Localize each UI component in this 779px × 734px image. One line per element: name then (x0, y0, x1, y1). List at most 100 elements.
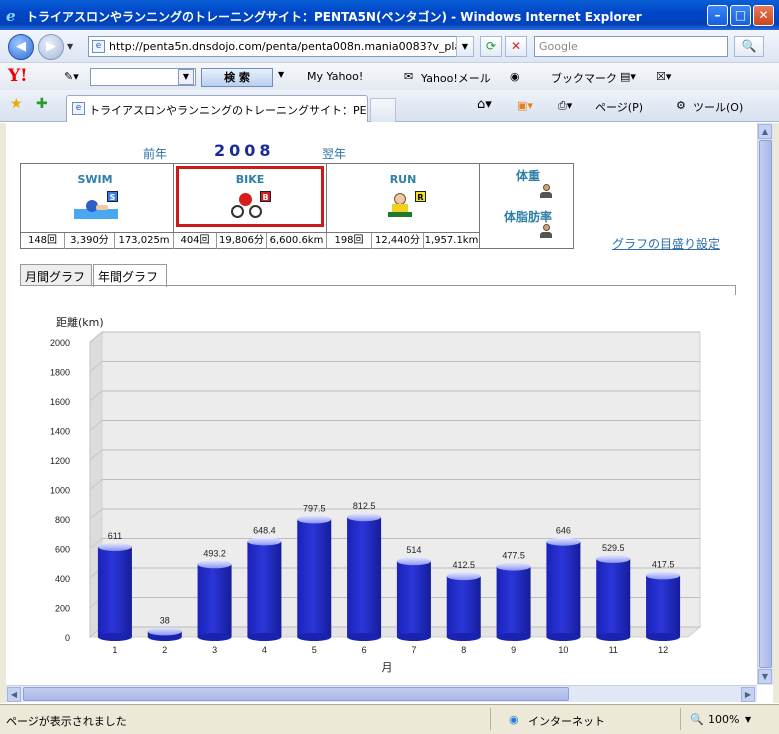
history-dropdown-icon[interactable]: ▼ (67, 42, 73, 51)
address-input[interactable]: e http://penta5n.dnsdojo.com/penta/penta… (88, 36, 474, 57)
bar-base (347, 633, 382, 641)
maximize-button[interactable]: □ (730, 5, 751, 26)
forward-button[interactable]: ▶ (38, 34, 64, 60)
scroll-up-icon[interactable]: ▲ (758, 124, 772, 139)
yahoo-search-button[interactable]: 検 索 (201, 68, 273, 87)
zoom-level[interactable]: 100% (708, 713, 739, 726)
y-tick-label: 2000 (50, 338, 70, 348)
tab-yearly-graph[interactable]: 年間グラフ (93, 264, 167, 287)
rss-icon[interactable]: ▣▾ (517, 99, 533, 112)
x-tick-label: 2 (162, 645, 167, 655)
x-tick-label: 8 (461, 645, 466, 655)
bar-top (646, 571, 681, 580)
yearly-distance-chart: 0 200 400 600 800 1000 1200 1400 1600 1800 2000 距離(… (50, 315, 702, 674)
close-button[interactable]: ✕ (753, 5, 774, 26)
x-tick-label: 12 (658, 645, 668, 655)
y-tick-label: 0 (65, 633, 70, 643)
vertical-scroll-thumb[interactable] (759, 140, 772, 668)
yahoo-search-dropdown[interactable]: ▼ (178, 69, 194, 85)
prev-year-link[interactable]: 前年 (143, 145, 167, 162)
bar-top (347, 513, 382, 522)
horizontal-scrollbar[interactable]: ◀ ▶ (6, 685, 757, 702)
close-toolbar-icon[interactable]: ☒▾ (656, 70, 671, 83)
zone-label: インターネット (528, 715, 605, 728)
bar (197, 564, 232, 637)
window-title: トライアスロンやランニングのトレーニングサイト：PENTA5N(ペンタゴン) -… (26, 10, 642, 24)
data-label: 412.5 (452, 560, 475, 570)
data-label: 417.5 (652, 559, 675, 569)
bookmark-link[interactable]: ブックマーク (551, 70, 617, 86)
page-menu[interactable]: ページ(P) (595, 99, 643, 115)
person-icon[interactable] (540, 224, 552, 238)
window-title-bar: e トライアスロンやランニングのトレーニングサイト：PENTA5N(ペンタゴン)… (0, 0, 779, 30)
mail-icon: ✉ (404, 70, 414, 83)
refresh-icon[interactable]: ⟳ (480, 36, 502, 57)
bike-time: 19,806分 (217, 233, 267, 249)
tab-row: ★ ✚ e トライアスロンやランニングのトレーニングサイト：PENTA5N...… (0, 90, 779, 122)
tab-panel-border (20, 285, 736, 295)
bar-base (97, 633, 132, 641)
weight-link[interactable]: 体重 (481, 167, 575, 184)
data-label: 611 (108, 531, 122, 541)
tab-monthly-graph[interactable]: 月間グラフ (20, 264, 92, 286)
bar-base (596, 633, 631, 641)
new-tab-button[interactable] (370, 98, 396, 122)
window-frame-right (773, 123, 779, 703)
body-fat-link[interactable]: 体脂肪率 (481, 208, 575, 225)
minimize-button[interactable]: – (707, 5, 728, 26)
bar-base (496, 633, 531, 641)
x-tick-label: 10 (558, 645, 568, 655)
next-year-link[interactable]: 翌年 (322, 145, 346, 162)
book-icon[interactable]: ▤▾ (620, 70, 636, 83)
x-tick-label: 6 (362, 645, 367, 655)
scroll-left-icon[interactable]: ◀ (7, 687, 21, 702)
chevron-down-icon[interactable]: ▼ (278, 70, 284, 79)
favorites-star-icon[interactable]: ★ (10, 96, 23, 112)
bike-count: 404回 (174, 233, 217, 249)
x-tick-label: 3 (212, 645, 217, 655)
sport-name: SWIM (77, 173, 113, 186)
scroll-right-icon[interactable]: ▶ (741, 687, 755, 702)
print-icon[interactable]: ⎙▾ (558, 99, 572, 113)
tools-menu[interactable]: ツール(O) (693, 99, 743, 115)
search-icon[interactable]: 🔍 (734, 36, 764, 57)
bar-top (546, 537, 581, 546)
y-tick-label: 1400 (50, 427, 70, 437)
stop-icon[interactable]: ✕ (505, 36, 527, 57)
bar (396, 561, 431, 637)
address-dropdown-button[interactable]: ▼ (456, 36, 474, 57)
x-tick-label: 9 (511, 645, 516, 655)
scroll-down-icon[interactable]: ▼ (758, 669, 772, 684)
vertical-scrollbar[interactable]: ▲ ▼ (757, 123, 773, 685)
chevron-down-icon[interactable]: ▼ (745, 715, 751, 724)
bar (247, 541, 282, 637)
home-icon[interactable]: ⌂▾ (477, 97, 492, 112)
search-input[interactable]: Google (534, 36, 728, 57)
data-label: 514 (406, 545, 421, 555)
pencil-icon[interactable]: ✎▾ (64, 70, 79, 83)
bar-base (646, 633, 681, 641)
data-label: 797.5 (303, 503, 326, 513)
x-tick-label: 5 (312, 645, 317, 655)
back-button[interactable]: ◀ (8, 34, 34, 60)
horizontal-scroll-thumb[interactable] (23, 687, 569, 701)
graph-scale-settings-link[interactable]: グラフの目盛り設定 (612, 235, 720, 252)
y-tick-label: 1000 (50, 486, 70, 496)
bar-base (446, 633, 481, 641)
sport-cell-run[interactable]: RUN R (327, 164, 480, 232)
bar-top (297, 515, 332, 524)
bar-top (197, 560, 232, 569)
browser-tab[interactable]: e トライアスロンやランニングのトレーニングサイト：PENTA5N... (66, 95, 368, 122)
person-icon[interactable] (540, 184, 552, 198)
zoom-icon: 🔍 (690, 713, 704, 726)
sport-cell-swim[interactable]: SWIM S (21, 164, 174, 232)
yahoo-mail-link[interactable]: Yahoo!メール (421, 70, 491, 86)
bar-top (97, 542, 132, 551)
yahoo-logo[interactable]: Y! (8, 66, 28, 86)
selected-sport-highlight (176, 166, 324, 227)
bar-base (197, 633, 232, 641)
globe-icon[interactable]: ◉ (510, 70, 520, 83)
my-yahoo-link[interactable]: My Yahoo! (307, 70, 363, 83)
add-favorite-icon[interactable]: ✚ (36, 96, 48, 112)
yahoo-toolbar: Y! ✎▾ ▼ 検 索 ▼ My Yahoo! ✉ Yahoo!メール ◉ ブッ… (0, 62, 779, 90)
